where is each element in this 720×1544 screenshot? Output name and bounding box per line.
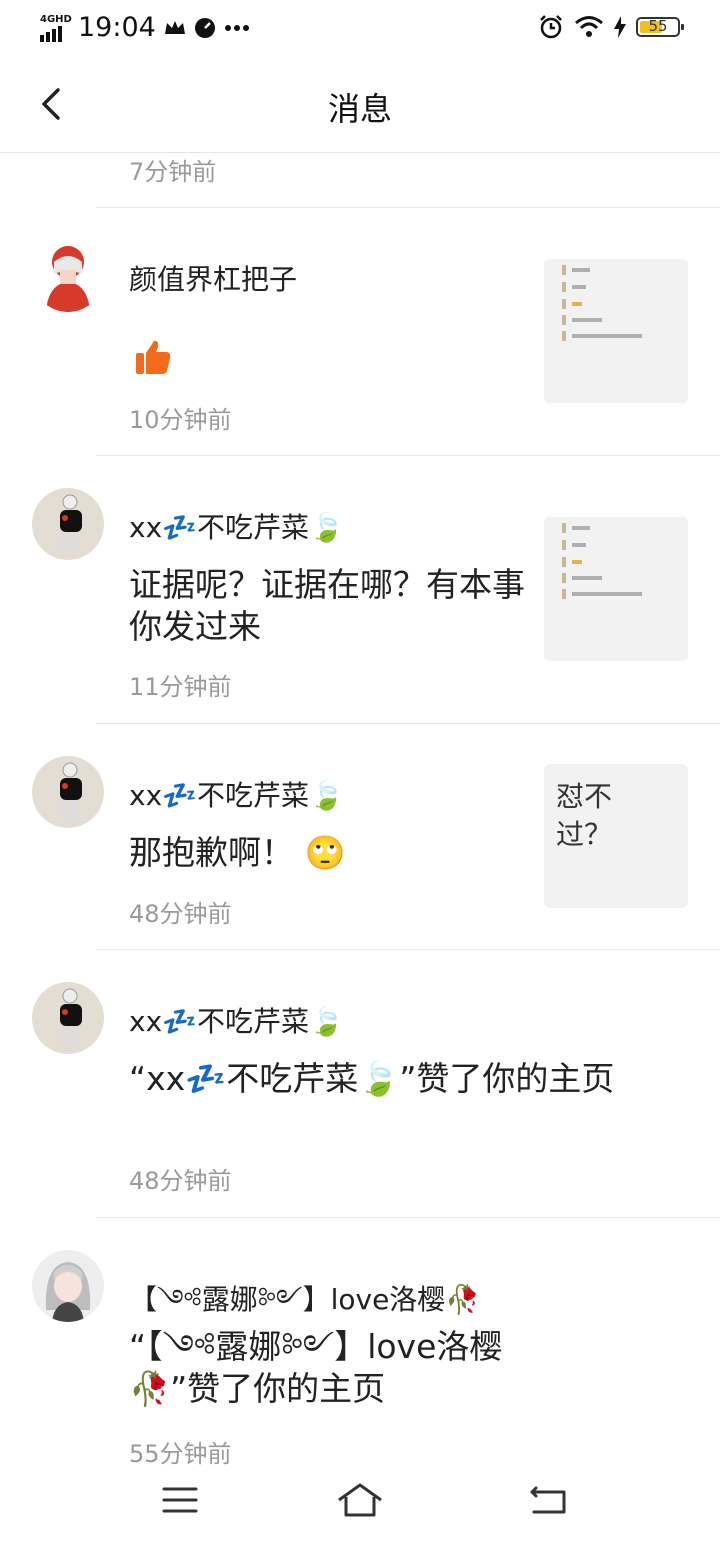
alarm-icon (540, 15, 562, 39)
home-icon[interactable] (336, 1480, 384, 1520)
list-item[interactable]: xx💤不吃芹菜🍃 “xx💤不吃芹菜🍃”赞了你的主页 48分钟前 (0, 950, 720, 1217)
page-title: 消息 (327, 90, 392, 128)
status-right: 55 (538, 14, 684, 40)
avatar-image (45, 1262, 91, 1322)
previous-message-time: 7分钟前 (129, 158, 217, 186)
list-item[interactable]: 【༺露娜༻】love洛樱🥀 “【༺露娜༻】love洛樱🥀”赞了你的主页 55分钟… (0, 1218, 720, 1468)
sender-name: xx💤不吃芹菜🍃 (129, 511, 344, 544)
message-time: 48分钟前 (129, 900, 232, 928)
crown-icon (164, 20, 185, 34)
preview-text: 怼不过？ (556, 780, 613, 851)
message-time: 48分钟前 (129, 1167, 232, 1195)
message-time: 11分钟前 (129, 673, 232, 701)
charging-icon (614, 16, 626, 38)
sender-name: 颜值界杠把子 (129, 263, 298, 296)
content-preview[interactable]: 怼不过？ (544, 764, 688, 908)
avatar-image (60, 494, 82, 552)
list-item[interactable]: xx💤不吃芹菜🍃 证据呢？证据在哪？有本事你发过来 11分钟前 (0, 456, 720, 723)
status-bar: 4GHD 19:04 55 (0, 0, 720, 56)
status-left: 4GHD 19:04 (40, 12, 250, 43)
message-time: 10分钟前 (129, 406, 232, 434)
battery-indicator: 55 (636, 17, 684, 37)
back-icon[interactable] (526, 1480, 574, 1520)
message-text: 那抱歉啊！ 🙄 (129, 833, 346, 872)
avatar-image (60, 988, 82, 1046)
message-text: “【༺露娜༻】love洛樱🥀”赞了你的主页 (129, 1327, 503, 1408)
sender-name: xx💤不吃芹菜🍃 (129, 779, 344, 812)
avatar-image (60, 762, 82, 820)
avatar[interactable] (32, 982, 104, 1054)
wifi-icon (575, 16, 603, 37)
system-nav-bar (0, 1464, 720, 1544)
content-thumbnail[interactable] (544, 517, 688, 661)
avatar-image (46, 246, 90, 312)
avatar[interactable] (32, 756, 104, 828)
network-type: 4GHD (40, 13, 72, 25)
avatar[interactable] (32, 240, 104, 312)
avatar[interactable] (32, 488, 104, 560)
more-dots-icon (224, 24, 249, 31)
signal-icon: 4GHD (40, 13, 72, 42)
thumbs-up-icon (136, 340, 171, 374)
clock: 19:04 (78, 12, 156, 43)
message-text: “xx💤不吃芹菜🍃”赞了你的主页 (129, 1059, 615, 1098)
list-item[interactable]: xx💤不吃芹菜🍃 那抱歉啊！ 🙄 48分钟前 怼不过？ (0, 724, 720, 950)
message-text: 证据呢？证据在哪？有本事你发过来 (129, 565, 525, 646)
speed-gauge-icon (194, 17, 215, 38)
battery-level: 55 (648, 17, 668, 35)
list-item[interactable]: 颜值界杠把子 10分钟前 (0, 208, 720, 456)
app-header: 消息 (0, 56, 720, 153)
menu-icon[interactable] (156, 1480, 204, 1520)
sender-name: xx💤不吃芹菜🍃 (129, 1005, 344, 1038)
avatar[interactable] (32, 1250, 104, 1322)
content-thumbnail[interactable] (544, 259, 688, 403)
